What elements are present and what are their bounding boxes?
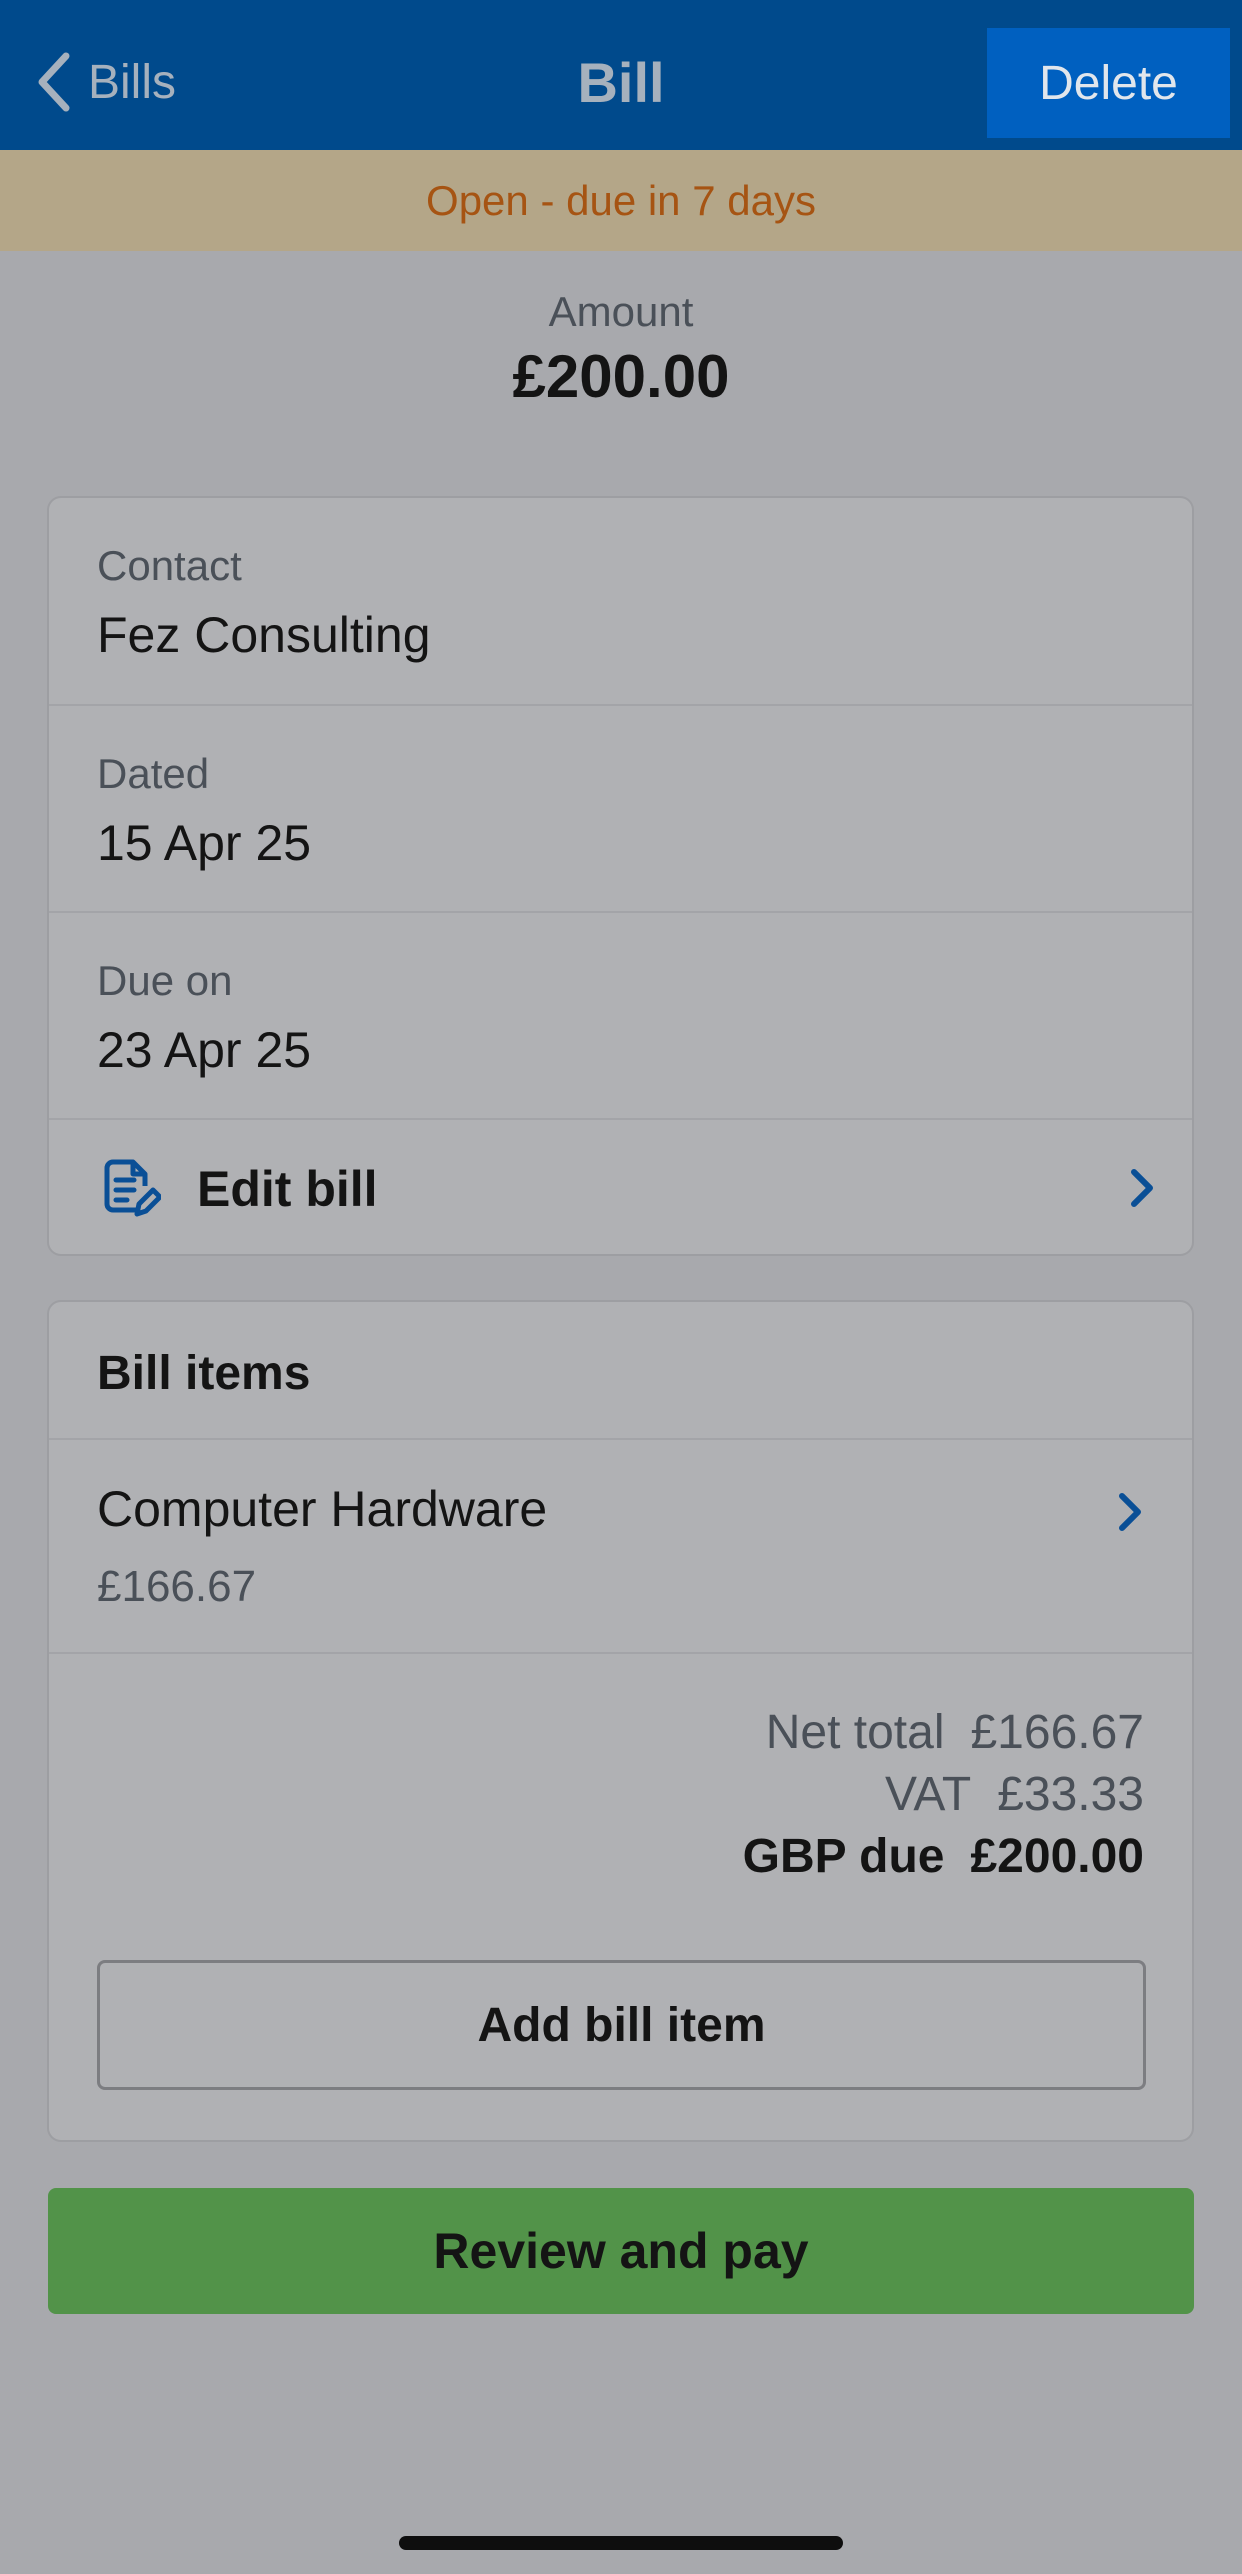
amount-value: £200.00 [512,343,730,410]
net-total-value: £166.67 [970,1706,1144,1759]
totals-block: Net total £166.67 VAT £33.33 GBP due £200.0… [743,1702,1144,1888]
item-price: £166.67 [97,1562,257,1611]
chevron-right-icon [1119,1493,1141,1531]
review-and-pay-button[interactable]: Review and pay [48,2188,1194,2314]
due-on-row: Due on 23 Apr 25 [49,913,1192,1120]
contact-value: Fez Consulting [97,607,431,663]
bill-items-header: Bill items [49,1302,1192,1440]
dated-label: Dated [97,750,210,797]
add-bill-item-button[interactable]: Add bill item [97,1960,1146,2090]
bill-items-title: Bill items [97,1347,311,1400]
edit-document-icon [104,1159,161,1217]
bill-details-card: Contact Fez Consulting Dated 15 Apr 25 D… [47,496,1194,1256]
dated-value: 15 Apr 25 [97,815,312,871]
contact-row: Contact Fez Consulting [49,498,1192,706]
item-name: Computer Hardware [97,1481,548,1537]
vat-line: VAT £33.33 [743,1764,1144,1826]
edit-bill-row[interactable]: Edit bill [49,1120,1192,1254]
home-indicator[interactable] [399,2536,843,2550]
net-total-label: Net total [765,1706,945,1759]
due-on-value: 23 Apr 25 [97,1022,312,1078]
list-item[interactable]: Computer Hardware £166.67 [49,1440,1192,1654]
vat-value: £33.33 [997,1768,1144,1821]
gbp-due-value: £200.00 [970,1830,1144,1883]
chevron-right-icon [1131,1169,1153,1207]
nav-bar: Bills Bill Delete [0,0,1242,150]
gbp-due-line: GBP due £200.00 [743,1826,1144,1888]
net-total-line: Net total £166.67 [743,1702,1144,1764]
amount-label: Amount [548,288,694,335]
gbp-due-label: GBP due [742,1830,945,1883]
bill-items-card: Bill items Computer Hardware £166.67 Net… [47,1300,1194,2142]
contact-label: Contact [97,542,242,589]
vat-label: VAT [884,1768,972,1821]
due-on-label: Due on [97,957,233,1004]
delete-button[interactable]: Delete [987,28,1230,138]
dated-row: Dated 15 Apr 25 [49,706,1192,913]
status-banner: Open - due in 7 days [0,150,1242,251]
edit-bill-label: Edit bill [197,1161,378,1217]
